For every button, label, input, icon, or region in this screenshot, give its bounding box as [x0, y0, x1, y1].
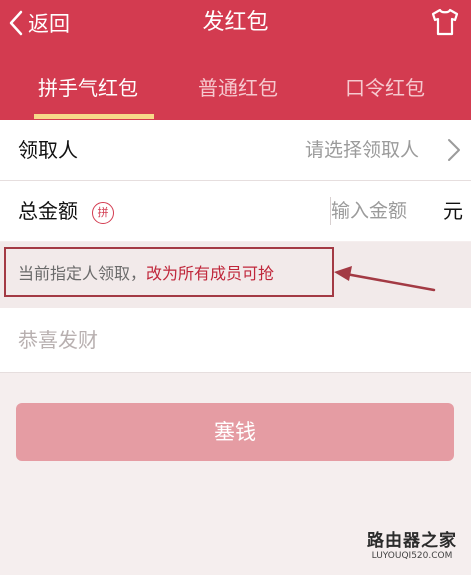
notice-highlight-box: 当前指定人领取， 改为所有成员可抢 [4, 247, 334, 297]
amount-label: 总金额 [18, 199, 78, 223]
recipient-label: 领取人 [18, 138, 78, 162]
submit-money-button[interactable]: 塞钱 [16, 403, 454, 461]
greeting-row [0, 308, 471, 372]
recipient-row[interactable]: 领取人 请选择领取人 [0, 120, 471, 180]
greeting-input[interactable] [18, 324, 448, 356]
watermark-logo: 路由器之家 LUYOUQI520.COM [367, 526, 457, 561]
tab-bar: 拼手气红包 普通红包 口令红包 [0, 62, 471, 120]
watermark-url: LUYOUQI520.COM [371, 551, 453, 561]
currency-unit: 元 [443, 199, 463, 223]
change-to-all-members-link[interactable]: 改为所有成员可抢 [146, 260, 274, 284]
header: 返回 发红包 拼手气红包 普通红包 口令红包 [0, 0, 471, 120]
tab-lucky-packet[interactable]: 拼手气红包 [38, 74, 138, 102]
tshirt-icon[interactable] [429, 6, 461, 38]
top-bar: 返回 发红包 [0, 0, 471, 50]
tab-normal-packet[interactable]: 普通红包 [198, 74, 278, 102]
lucky-badge: 拼 [92, 202, 114, 224]
divider [0, 372, 471, 373]
recipient-selector[interactable]: 请选择领取人 [305, 120, 419, 180]
page-title: 发红包 [202, 10, 269, 35]
amount-input[interactable] [331, 197, 431, 225]
arrow-annotation-icon [334, 266, 436, 292]
active-tab-indicator [34, 114, 154, 119]
tab-password-packet[interactable]: 口令红包 [345, 74, 425, 102]
notice-text: 当前指定人领取， [18, 264, 147, 283]
chevron-right-icon [448, 139, 460, 161]
watermark-text: 路由器之家 [367, 531, 457, 551]
amount-row: 总金额 拼 元 [0, 181, 471, 241]
